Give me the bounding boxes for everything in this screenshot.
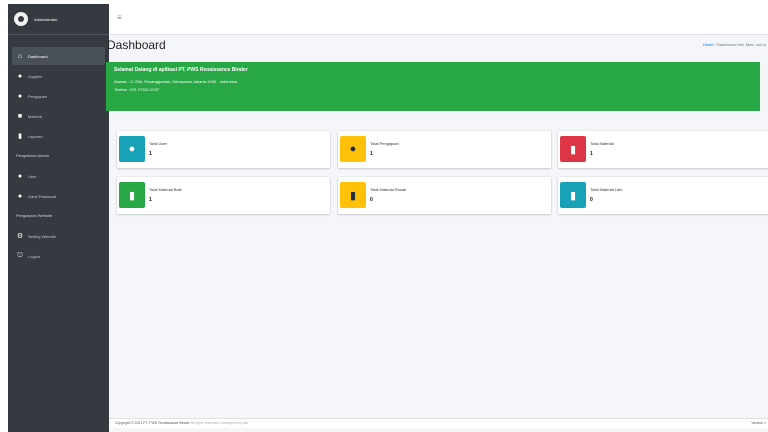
sidebar-item-label: Ganti Password (28, 193, 57, 199)
breadcrumb-home-link[interactable]: Home (703, 42, 714, 47)
brand[interactable]: Administrator (8, 4, 109, 35)
welcome-alert: Selamat Datang di aplikasi PT. PWS Renai… (106, 62, 760, 111)
info-box-value: 1 (370, 151, 373, 157)
info-box-total-material-baik[interactable]: ▮ Total Material Baik 1 (117, 177, 330, 214)
home-icon: ⌂ (17, 52, 23, 60)
breadcrumb-current: / Dashboard Hai, Mas. ulul ul (713, 42, 766, 47)
brand-logo-icon (14, 12, 28, 26)
sidebar-item-dashboard[interactable]: ⌂ Dashboard (12, 47, 105, 65)
footer-copyright: Copyright © 2021 PT. PWS Renaissance Bin… (115, 421, 190, 425)
globe-icon: ● (17, 92, 23, 100)
book-icon: ▮ (560, 182, 586, 208)
book-icon: ▮ (560, 136, 586, 162)
sidebar-item-pengajuan[interactable]: ● Pengajuan (12, 87, 105, 105)
sidebar-nav: ⌂ Dashboard ● Supplier ● Pengajuan ■ Mat… (8, 47, 109, 267)
info-box-total-pengajuan[interactable]: ● Total Pengajuan 1 (338, 131, 551, 168)
info-box-value: 1 (149, 151, 152, 157)
sidebar-item-label: Logout (28, 253, 41, 259)
info-box-label: Total Pengajuan (370, 141, 399, 146)
logout-icon: ⎋ (17, 252, 23, 259)
sidebar-item-label: Setting Website (28, 233, 56, 239)
info-box-total-user[interactable]: ● Total User 1 (117, 131, 330, 168)
info-box-label: Total Material Baik (149, 187, 182, 192)
sidebar-item-label: Laporan (28, 133, 43, 139)
footer-version: Version 1 (751, 421, 766, 425)
hamburger-menu-icon[interactable]: ≡ (117, 13, 122, 22)
sidebar-header-website: Pengaturan Website (16, 213, 53, 218)
info-box-label: Total Material Lain (590, 187, 623, 192)
sidebar-header-admin: Pengaturan Admin (16, 153, 49, 158)
sidebar-item-ganti-password[interactable]: ● Ganti Password (12, 187, 105, 205)
info-box-value: 0 (590, 197, 593, 203)
footer-rights: All rights reserved. Developed by ulul (189, 421, 249, 425)
page-title: Dashboard (107, 38, 166, 52)
book-icon: ▮ (119, 182, 145, 208)
info-box-total-material-rusak[interactable]: ▮ Total Material Rusak 0 (338, 177, 551, 214)
info-box-label: Total User (149, 141, 168, 146)
user-icon: ● (17, 72, 23, 80)
sidebar-item-setting-website[interactable]: ⚙ Setting Website (12, 227, 105, 245)
sidebar-item-label: User (28, 173, 37, 179)
info-box-value: 1 (149, 197, 152, 203)
user-icon: ● (17, 192, 23, 200)
brand-name: Administrator (34, 16, 58, 22)
sidebar-item-label: Dashboard (28, 53, 48, 59)
user-circle-icon: ● (17, 172, 23, 180)
file-icon: ▮ (18, 133, 22, 140)
people-icon: ● (340, 136, 366, 162)
info-box-total-material[interactable]: ▮ Total Material 1 (558, 131, 768, 168)
alert-address: Alamat : Jl. 23A, Pesanggrahan, Kebayora… (114, 79, 237, 84)
alert-title: Selamat Datang di aplikasi PT. PWS Renai… (114, 67, 248, 73)
alert-phone: Telefon : 021 27921 0707 (114, 87, 160, 92)
sidebar: Administrator ⌂ Dashboard ● Supplier ● P… (8, 4, 109, 432)
footer: Copyright © 2021 PT. PWS Renaissance Bin… (109, 418, 768, 428)
breadcrumb: Home / Dashboard Hai, Mas. ulul ul (703, 42, 766, 47)
info-box-value: 1 (590, 151, 593, 157)
info-box-value: 0 (370, 197, 373, 203)
sidebar-item-material[interactable]: ■ Material (12, 107, 105, 125)
sidebar-item-label: Supplier (28, 73, 43, 79)
box-icon: ■ (17, 112, 23, 120)
info-box-label: Total Material Rusak (370, 187, 407, 192)
info-box-total-material-lain[interactable]: ▮ Total Material Lain 0 (558, 177, 768, 214)
sidebar-item-user[interactable]: ● User (12, 167, 105, 185)
book-icon: ▮ (340, 182, 366, 208)
gear-icon: ⚙ (16, 233, 24, 240)
sidebar-item-label: Pengajuan (28, 93, 48, 99)
sidebar-item-logout[interactable]: ⎋ Logout (12, 247, 105, 265)
sidebar-item-label: Material (28, 113, 43, 119)
users-icon: ● (119, 136, 145, 162)
sidebar-item-supplier[interactable]: ● Supplier (12, 67, 105, 85)
sidebar-item-laporan[interactable]: ▮ Laporan (12, 127, 105, 145)
info-box-label: Total Material (590, 141, 614, 146)
top-navbar: ≡ (109, 4, 768, 35)
